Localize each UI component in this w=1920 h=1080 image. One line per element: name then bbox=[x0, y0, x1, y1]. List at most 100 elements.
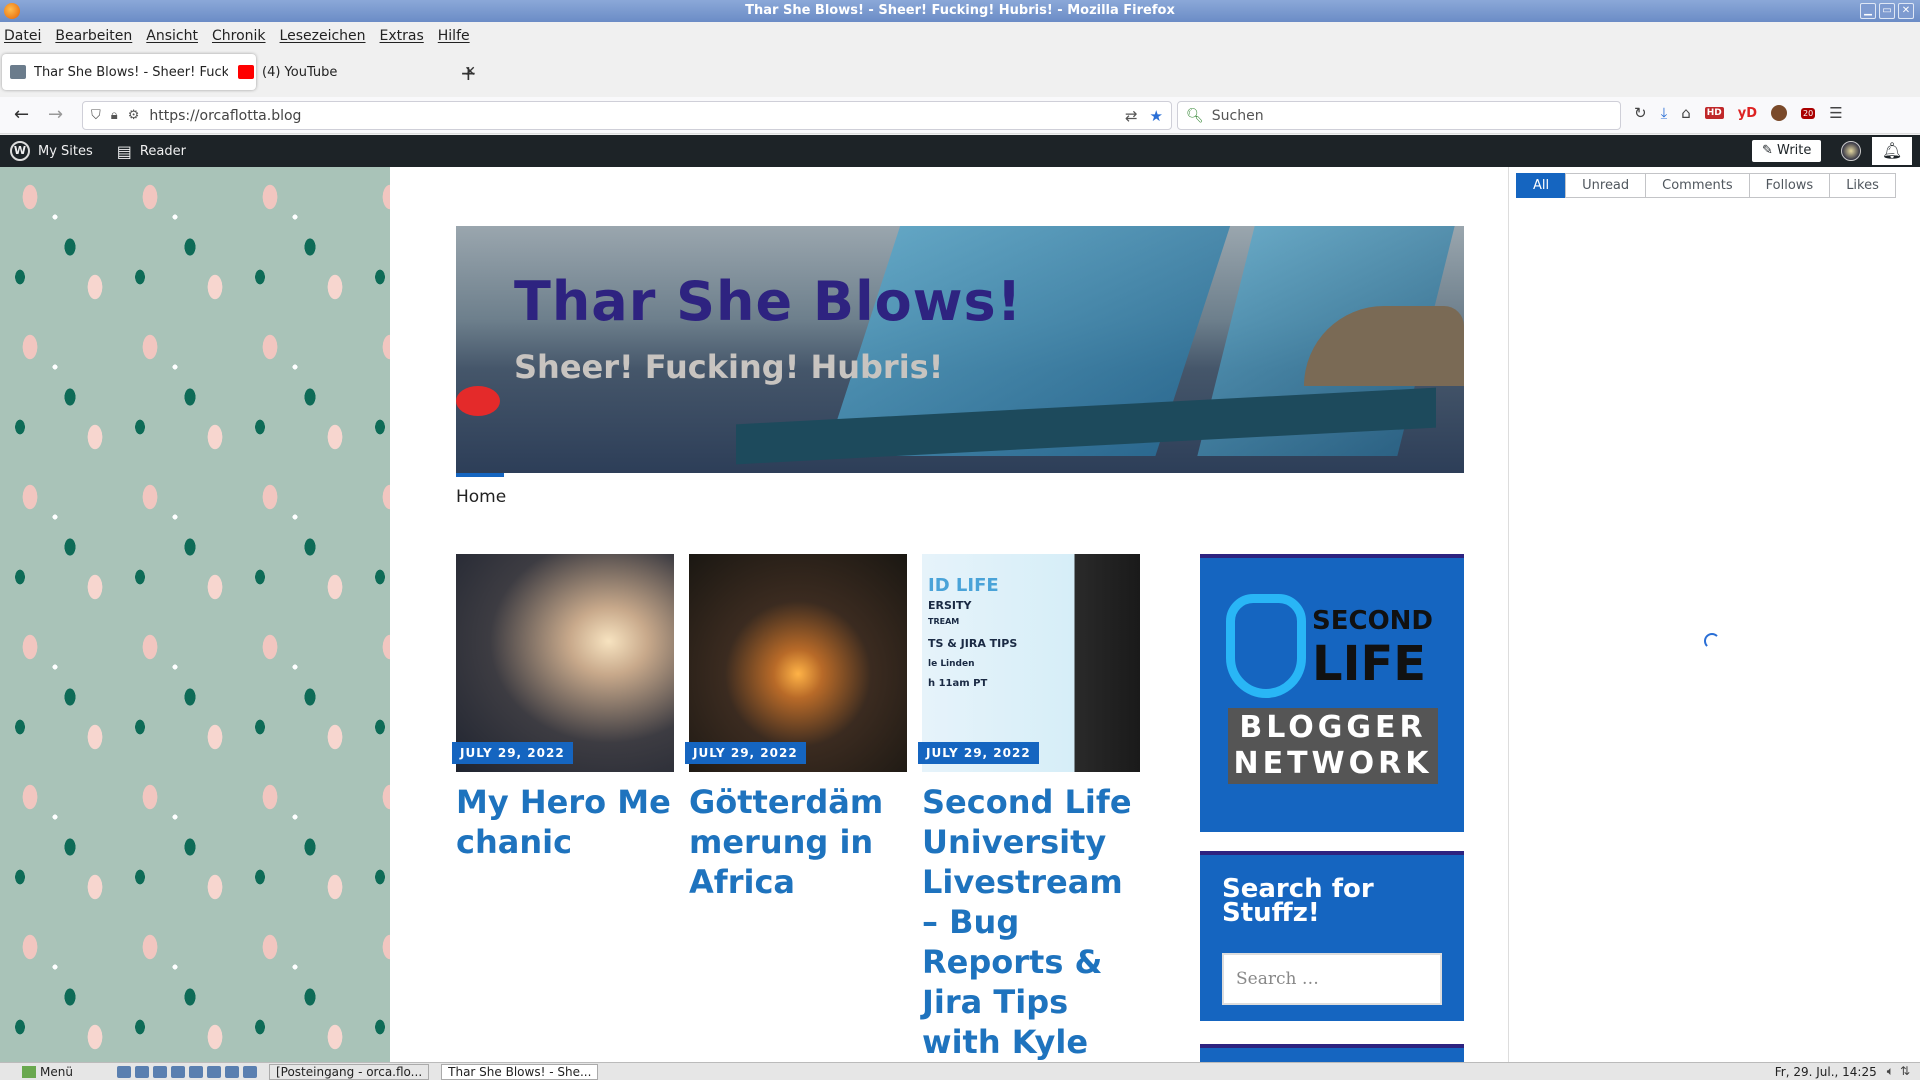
download-icon[interactable]: ⤓ bbox=[1661, 104, 1668, 122]
blog-favicon-icon bbox=[10, 65, 26, 79]
post-card: JULY 29, 2022 My Hero Mechanic bbox=[452, 554, 674, 862]
avatar[interactable] bbox=[1841, 141, 1861, 161]
sl-life-text: LIFE bbox=[1312, 636, 1427, 692]
search-placeholder: Suchen bbox=[1211, 107, 1264, 124]
filter-follows[interactable]: Follows bbox=[1748, 173, 1831, 198]
network-icon[interactable]: ⇅ bbox=[1900, 1064, 1910, 1079]
shield-icon[interactable]: ⛉ bbox=[91, 108, 101, 123]
url-text[interactable]: https://orcaflotta.blog bbox=[149, 108, 301, 124]
menu-datei[interactable]: Datei bbox=[4, 28, 41, 44]
hamburger-menu-icon[interactable]: ☰ bbox=[1829, 104, 1842, 122]
filter-all[interactable]: All bbox=[1516, 173, 1567, 198]
header-image[interactable]: Thar She Blows! Sheer! Fucking! Hubris! bbox=[456, 226, 1464, 473]
start-menu-icon bbox=[22, 1065, 36, 1078]
window-titlebar: Thar She Blows! - Sheer! Fucking! Hubris… bbox=[0, 0, 1920, 22]
task-label: Thar She Blows! - She... bbox=[448, 1064, 592, 1079]
ublock-icon[interactable]: 20 bbox=[1801, 107, 1816, 119]
write-button[interactable]: ✎ Write bbox=[1752, 140, 1822, 162]
start-menu-label: Menü bbox=[40, 1064, 73, 1079]
post-title[interactable]: Second Life University Livestream – Bug … bbox=[922, 782, 1140, 1062]
sl-blogger-network-text: BLOGGER NETWORK bbox=[1228, 708, 1438, 784]
file-manager-icon[interactable] bbox=[134, 1065, 149, 1078]
post-date[interactable]: JULY 29, 2022 bbox=[452, 742, 573, 764]
terminal-icon[interactable] bbox=[116, 1065, 131, 1078]
post-thumbnail[interactable]: ID LIFE ERSITY TREAM TS & JIRA TIPS le L… bbox=[918, 554, 1140, 772]
menu-bearbeiten[interactable]: Bearbeiten bbox=[55, 28, 132, 44]
reload-icon[interactable]: ↻ bbox=[1634, 104, 1647, 122]
wp-admin-bar: W My Sites ▤ Reader ✎ Write 🔔︎ bbox=[0, 135, 1920, 167]
translate-icon[interactable]: ⇄ bbox=[1125, 107, 1138, 125]
settings-icon[interactable] bbox=[188, 1065, 203, 1078]
sidebar-widget bbox=[1200, 1044, 1464, 1062]
task-label: [Posteingang - orca.flo... bbox=[275, 1064, 423, 1079]
system-tray: 🔈︎ ⇅ bbox=[1887, 1064, 1910, 1079]
tab-youtube[interactable]: (4) YouTube ✕ bbox=[230, 54, 484, 90]
taskbar-task-mail[interactable]: [Posteingang - orca.flo... bbox=[268, 1063, 430, 1080]
floral-background bbox=[0, 167, 390, 1062]
bookmark-star-icon[interactable]: ★ bbox=[1150, 107, 1163, 125]
wordpress-logo-icon[interactable]: W bbox=[10, 141, 30, 161]
back-arrow-icon[interactable]: ← bbox=[14, 105, 29, 125]
firefox-logo-icon bbox=[4, 3, 20, 19]
search-bar[interactable]: 🔍︎ Suchen bbox=[1177, 101, 1621, 130]
close-window-icon[interactable]: ✕ bbox=[1898, 3, 1914, 19]
site-title[interactable]: Thar She Blows! bbox=[514, 270, 1022, 333]
nav-home-link[interactable]: Home bbox=[456, 473, 506, 507]
post-date[interactable]: JULY 29, 2022 bbox=[918, 742, 1039, 764]
menu-hilfe[interactable]: Hilfe bbox=[438, 28, 470, 44]
minimize-icon[interactable]: ▁ bbox=[1860, 3, 1876, 19]
app-icon[interactable] bbox=[224, 1065, 239, 1078]
home-icon[interactable]: ⌂ bbox=[1681, 104, 1691, 122]
menu-lesezeichen[interactable]: Lesezeichen bbox=[280, 28, 366, 44]
my-sites-link[interactable]: My Sites bbox=[38, 144, 93, 159]
permissions-icon[interactable]: ⚙ bbox=[128, 108, 140, 123]
notification-filters: All Unread Comments Follows Likes bbox=[1516, 173, 1896, 198]
second-life-blogger-widget[interactable]: SECOND LIFE BLOGGER NETWORK bbox=[1200, 554, 1464, 832]
filter-unread[interactable]: Unread bbox=[1565, 173, 1647, 198]
search-icon: 🔍︎ bbox=[1186, 107, 1204, 124]
mail-icon[interactable] bbox=[170, 1065, 185, 1078]
menu-chronik[interactable]: Chronik bbox=[212, 28, 266, 44]
blog-page: Thar She Blows! Sheer! Fucking! Hubris! … bbox=[390, 167, 1508, 1062]
yd-extension-icon[interactable]: yD bbox=[1738, 106, 1757, 121]
menu-ansicht[interactable]: Ansicht bbox=[146, 28, 198, 44]
post-title[interactable]: Götterdämmerung in Africa bbox=[689, 782, 907, 902]
post-title[interactable]: My Hero Mechanic bbox=[456, 782, 674, 862]
lock-icon[interactable]: 🔒︎ bbox=[111, 108, 118, 123]
url-bar[interactable]: ⛉ 🔒︎ ⚙ https://orcaflotta.blog ⇄ ★ bbox=[82, 101, 1172, 130]
menu-extras[interactable]: Extras bbox=[380, 28, 424, 44]
post-card: JULY 29, 2022 Götterdämmerung in Africa bbox=[685, 554, 907, 902]
post-card: ID LIFE ERSITY TREAM TS & JIRA TIPS le L… bbox=[918, 554, 1140, 1062]
forward-arrow-icon[interactable]: → bbox=[48, 105, 63, 125]
new-tab-icon[interactable]: + bbox=[460, 61, 477, 85]
post-date[interactable]: JULY 29, 2022 bbox=[685, 742, 806, 764]
start-menu-button[interactable]: Menü bbox=[22, 1065, 73, 1079]
filter-likes[interactable]: Likes bbox=[1829, 173, 1896, 198]
reader-icon[interactable]: ▤ bbox=[117, 142, 132, 161]
notifications-panel: All Unread Comments Follows Likes bbox=[1508, 167, 1920, 1062]
tab-label: (4) YouTube bbox=[262, 64, 338, 80]
app-icon[interactable] bbox=[242, 1065, 257, 1078]
hd-extension-icon[interactable]: HD bbox=[1704, 107, 1724, 119]
post-thumbnail[interactable]: JULY 29, 2022 bbox=[452, 554, 674, 772]
reader-link[interactable]: Reader bbox=[140, 144, 186, 159]
clock: Fr, 29. Jul., 14:25 bbox=[1774, 1064, 1877, 1079]
search-widget-title: Search for Stuffz! bbox=[1222, 874, 1374, 928]
app-icon[interactable] bbox=[206, 1065, 221, 1078]
blog-search-input[interactable]: Search … bbox=[1222, 953, 1442, 1005]
tab-blog[interactable]: Thar She Blows! - Sheer! Fucking! Hubris… bbox=[2, 54, 256, 90]
maximize-icon[interactable]: ▭ bbox=[1879, 3, 1895, 19]
volume-icon[interactable]: 🔈︎ bbox=[1887, 1064, 1894, 1079]
menu-bar: Datei Bearbeiten Ansicht Chronik Lesezei… bbox=[0, 22, 1920, 49]
write-label: Write bbox=[1777, 143, 1812, 158]
taskbar-task-firefox[interactable]: Thar She Blows! - She... bbox=[441, 1063, 599, 1080]
filter-comments[interactable]: Comments bbox=[1645, 173, 1750, 198]
cookie-extension-icon[interactable] bbox=[1771, 105, 1788, 121]
window-title: Thar She Blows! - Sheer! Fucking! Hubris… bbox=[745, 3, 1175, 18]
youtube-favicon-icon bbox=[238, 65, 254, 79]
browser-icon[interactable] bbox=[152, 1065, 167, 1078]
loading-spinner-icon bbox=[1704, 633, 1720, 649]
notifications-bell-icon[interactable]: 🔔︎ bbox=[1872, 137, 1912, 165]
taskbar: Menü [Posteingang - orca.flo... Thar She… bbox=[0, 1062, 1920, 1080]
post-thumbnail[interactable]: JULY 29, 2022 bbox=[685, 554, 907, 772]
